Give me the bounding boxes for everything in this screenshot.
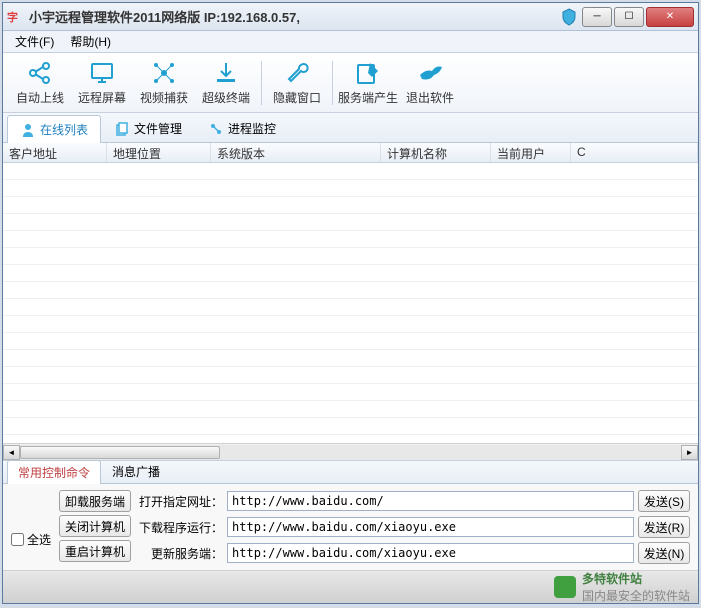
tool-super-terminal[interactable]: 超级终端 <box>195 55 257 111</box>
control-rows: 打开指定网址： 发送(S) 下载程序运行： 发送(R) 更新服务端： 发送(N) <box>139 490 690 564</box>
tool-generate-server[interactable]: 服务端产生 <box>337 55 399 111</box>
row-download-run: 下载程序运行： 发送(R) <box>139 516 690 538</box>
list-row[interactable] <box>3 418 698 435</box>
list-row[interactable] <box>3 384 698 401</box>
monitor-icon <box>88 59 116 87</box>
footer-text: 多特软件站 国内最安全的软件站 <box>582 570 690 604</box>
btab-message-broadcast[interactable]: 消息广播 <box>101 459 171 483</box>
tool-auto-online[interactable]: 自动上线 <box>9 55 71 111</box>
tab-file-manage[interactable]: 文件管理 <box>101 114 195 142</box>
list-row[interactable] <box>3 350 698 367</box>
footer-brand: 多特软件站 <box>582 570 690 587</box>
process-icon <box>208 121 224 137</box>
wrench-icon <box>283 59 311 87</box>
horizontal-scrollbar[interactable]: ◄ ► <box>3 443 698 460</box>
person-icon <box>20 122 36 138</box>
tab-process-monitor[interactable]: 进程监控 <box>195 114 289 142</box>
control-panel: 全选 卸载服务端 关闭计算机 重启计算机 打开指定网址： 发送(S) 下载程序运… <box>3 484 698 571</box>
tab-online-list[interactable]: 在线列表 <box>7 115 101 143</box>
list-row[interactable] <box>3 197 698 214</box>
network-icon <box>150 59 178 87</box>
footer: 多特软件站 国内最安全的软件站 <box>3 571 698 603</box>
tool-hide-window[interactable]: 隐藏窗口 <box>266 55 328 111</box>
window-controls: ─ ☐ ✕ <box>582 7 694 27</box>
list-row[interactable] <box>3 248 698 265</box>
btab-common-commands[interactable]: 常用控制命令 <box>7 460 101 484</box>
app-icon: 字 <box>7 9 23 25</box>
restart-computer-button[interactable]: 重启计算机 <box>59 540 131 562</box>
send-url-button[interactable]: 发送(S) <box>638 490 690 512</box>
scroll-track[interactable] <box>20 445 681 460</box>
list-row[interactable] <box>3 333 698 350</box>
menubar: 文件(F) 帮助(H) <box>3 31 698 53</box>
row-update-server: 更新服务端： 发送(N) <box>139 542 690 564</box>
list-row[interactable] <box>3 299 698 316</box>
scroll-thumb[interactable] <box>20 446 220 459</box>
col-c[interactable]: C <box>571 143 698 162</box>
list-header: 客户地址 地理位置 系统版本 计算机名称 当前用户 C <box>3 143 698 163</box>
col-client-address[interactable]: 客户地址 <box>3 143 107 162</box>
minimize-button[interactable]: ─ <box>582 7 612 27</box>
send-update-button[interactable]: 发送(N) <box>638 542 690 564</box>
list-row[interactable] <box>3 367 698 384</box>
tool-remote-screen[interactable]: 远程屏幕 <box>71 55 133 111</box>
close-button[interactable]: ✕ <box>646 7 694 27</box>
app-window: 字 小宇远程管理软件2011网络版 IP:192.168.0.57, ─ ☐ ✕… <box>2 2 699 604</box>
download-run-input[interactable] <box>227 517 634 537</box>
send-download-button[interactable]: 发送(R) <box>638 516 690 538</box>
main-tabs: 在线列表 文件管理 进程监控 <box>3 113 698 143</box>
list-row[interactable] <box>3 401 698 418</box>
scroll-left-button[interactable]: ◄ <box>3 445 20 460</box>
list-row[interactable] <box>3 316 698 333</box>
control-buttons: 卸载服务端 关闭计算机 重启计算机 <box>59 490 131 564</box>
list-row[interactable] <box>3 282 698 299</box>
toolbar-separator <box>261 61 262 105</box>
edit-icon <box>354 59 382 87</box>
titlebar: 字 小宇远程管理软件2011网络版 IP:192.168.0.57, ─ ☐ ✕ <box>3 3 698 31</box>
list-row[interactable] <box>3 163 698 180</box>
tool-video-capture[interactable]: 视频捕获 <box>133 55 195 111</box>
list-row[interactable] <box>3 231 698 248</box>
menu-help[interactable]: 帮助(H) <box>62 31 119 52</box>
shutdown-computer-button[interactable]: 关闭计算机 <box>59 515 131 537</box>
window-title: 小宇远程管理软件2011网络版 IP:192.168.0.57, <box>29 7 560 26</box>
col-computer-name[interactable]: 计算机名称 <box>381 143 491 162</box>
toolbar-separator <box>332 61 333 105</box>
shield-icon <box>560 8 578 26</box>
list-body[interactable] <box>3 163 698 443</box>
maximize-button[interactable]: ☐ <box>614 7 644 27</box>
uninstall-server-button[interactable]: 卸载服务端 <box>59 490 131 512</box>
list-row[interactable] <box>3 265 698 282</box>
tool-exit-software[interactable]: 退出软件 <box>399 55 461 111</box>
list-row[interactable] <box>3 180 698 197</box>
toolbar: 自动上线 远程屏幕 视频捕获 超级终端 隐藏窗口 服务端产生 退出软件 <box>3 53 698 113</box>
select-all-input[interactable] <box>11 533 24 546</box>
footer-logo-icon <box>554 576 576 598</box>
footer-slogan: 国内最安全的软件站 <box>582 587 690 604</box>
download-icon <box>212 59 240 87</box>
files-icon <box>114 121 130 137</box>
update-server-input[interactable] <box>227 543 634 563</box>
open-url-input[interactable] <box>227 491 634 511</box>
list-row[interactable] <box>3 214 698 231</box>
col-system-version[interactable]: 系统版本 <box>211 143 381 162</box>
select-all-checkbox[interactable]: 全选 <box>11 514 51 564</box>
bird-icon <box>416 59 444 87</box>
col-geo-location[interactable]: 地理位置 <box>107 143 211 162</box>
bottom-tabs: 常用控制命令 消息广播 <box>3 460 698 484</box>
share-icon <box>26 59 54 87</box>
menu-file[interactable]: 文件(F) <box>7 31 62 52</box>
scroll-right-button[interactable]: ► <box>681 445 698 460</box>
row-open-url: 打开指定网址： 发送(S) <box>139 490 690 512</box>
col-current-user[interactable]: 当前用户 <box>491 143 571 162</box>
